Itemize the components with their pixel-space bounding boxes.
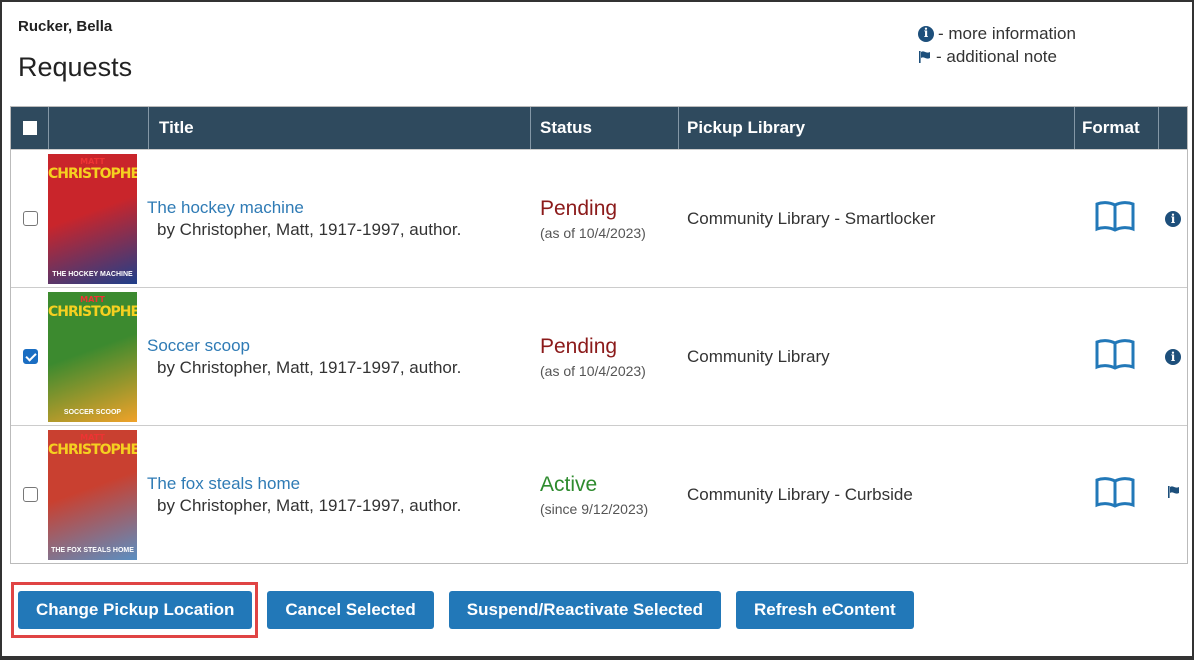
extra-cell: i — [1159, 288, 1187, 425]
legend-note-row: - additional note — [918, 45, 1076, 68]
cover-brand-top: MATT — [80, 294, 105, 304]
pickup-header[interactable]: Pickup Library — [679, 107, 1075, 149]
cancel-selected-button[interactable]: Cancel Selected — [267, 591, 434, 629]
cover-subtitle: THE FOX STEALS HOME — [51, 546, 134, 554]
cover-cell: MATTCHRISTOPHER THE FOX STEALS HOME — [48, 426, 149, 563]
extra-header — [1159, 107, 1187, 149]
status-text: Pending — [540, 196, 618, 220]
format-cell — [1075, 288, 1159, 425]
table-header: Title Status Pickup Library Format — [11, 107, 1187, 149]
patron-name: Rucker, Bella — [18, 18, 113, 35]
info-icon: i — [918, 25, 934, 42]
book-cover-image[interactable]: MATTCHRISTOPHER THE FOX STEALS HOME — [48, 429, 137, 560]
status-cell: Pending (as of 10/4/2023) — [531, 288, 679, 425]
table-row: MATTCHRISTOPHER SOCCER SCOOP Soccer scoopb… — [11, 287, 1187, 425]
title-cell: The hockey machine by Christopher, Matt, … — [147, 150, 531, 287]
author-text: by Christopher, Matt, 1917-1997, author. — [157, 357, 462, 377]
cover-brand: CHRISTOPHER — [48, 441, 137, 458]
requests-table: Title Status Pickup Library Format MATT C… — [10, 106, 1188, 564]
info-icon[interactable]: i — [1165, 210, 1181, 227]
table-row: MATTCHRISTOPHER THE HOCKEY MACHINE The hoc… — [11, 149, 1187, 287]
refresh-econtent-button[interactable]: Refresh eContent — [735, 591, 914, 629]
change-pickup-location-button[interactable]: Change Pickup Location — [18, 591, 253, 629]
book-cover-image[interactable]: MATTCHRISTOPHER THE HOCKEY MACHINE — [48, 153, 137, 284]
row-select-cell — [11, 288, 49, 425]
status-date: (as of 10/4/2023) — [540, 362, 646, 379]
action-buttons: Change Pickup Location Cancel Selected S… — [18, 591, 929, 629]
cover-subtitle: SOCCER SCOOP — [63, 408, 122, 416]
cover-subtitle: THE HOCKEY MACHINE — [52, 270, 133, 278]
format-cell — [1075, 150, 1159, 287]
flag-icon[interactable] — [1167, 485, 1181, 504]
extra-cell — [1159, 426, 1187, 563]
author-text: by Christopher, Matt, 1917-1997, author. — [157, 219, 462, 239]
table-body: MATTCHRISTOPHERTHE HOCKEY MACHINEThe hoc… — [11, 149, 1187, 563]
status-cell: Pending (as of 10/4/2023) — [531, 150, 679, 287]
status-text: Active — [540, 472, 598, 496]
cover-brand-top: MATT — [80, 432, 105, 442]
cover-cell: MATTCHRISTOPHER SOCCER SCOOP — [48, 288, 149, 425]
extra-cell: i — [1159, 150, 1187, 287]
status-cell: Active (since 9/12/2023) — [531, 426, 679, 563]
book-icon — [1095, 338, 1135, 375]
title-cell: Soccer scoop by Christopher, Matt, 1917-1… — [147, 288, 531, 425]
pickup-cell: Community Library - Smartlocker — [687, 208, 936, 228]
pickup-cell: Community Library — [687, 346, 830, 366]
cover-header — [49, 107, 149, 149]
title-cell: The fox steals home by Christopher, Matt,… — [147, 426, 531, 563]
row-select-cell — [11, 426, 49, 563]
flag-icon — [918, 50, 932, 64]
table-row: MATTCHRISTOPHER THE FOX STEALS HOME The fo… — [11, 425, 1187, 563]
row-checkbox[interactable] — [22, 211, 38, 226]
row-checkbox[interactable] — [22, 349, 38, 364]
book-icon — [1095, 476, 1135, 513]
page-title: Requests — [18, 52, 133, 82]
title-link[interactable]: Soccer scoop — [147, 336, 250, 356]
title-header[interactable]: Title — [149, 107, 531, 149]
format-header[interactable]: Format — [1075, 107, 1159, 149]
book-cover-image[interactable]: MATTCHRISTOPHER SOCCER SCOOP — [48, 291, 137, 422]
book-icon — [1095, 200, 1135, 237]
row-checkbox[interactable] — [22, 487, 38, 502]
status-date: (since 9/12/2023) — [540, 500, 649, 517]
pickup-cell: Community Library - Curbside — [687, 484, 913, 504]
bottom-border — [0, 656, 1194, 660]
author-text: by Christopher, Matt, 1917-1997, author. — [157, 495, 462, 515]
title-link[interactable]: The fox steals home — [147, 474, 300, 494]
suspend-reactivate-button[interactable]: Suspend/Reactivate Selected — [448, 591, 721, 629]
legend-note-text: - additional note — [936, 47, 1057, 66]
status-header[interactable]: Status — [531, 107, 679, 149]
cover-brand: CHRISTOPHER — [48, 303, 137, 320]
status-text: Pending — [540, 334, 618, 358]
row-select-cell — [11, 150, 49, 287]
status-date: (as of 10/4/2023) — [540, 224, 646, 241]
cover-brand: CHRISTOPHER — [48, 165, 137, 182]
legend: i - more information - additional note — [918, 22, 1076, 68]
info-icon[interactable]: i — [1165, 348, 1181, 365]
title-link[interactable]: The hockey machine — [147, 198, 304, 218]
select-all-checkbox[interactable] — [22, 121, 37, 135]
format-cell — [1075, 426, 1159, 563]
legend-info-row: i - more information — [918, 22, 1076, 45]
cover-brand-top: MATT — [80, 156, 105, 166]
select-all-cell — [11, 107, 49, 149]
legend-info-text: - more information — [938, 24, 1076, 43]
cover-cell: MATTCHRISTOPHER THE HOCKEY MACHINE — [48, 150, 149, 287]
